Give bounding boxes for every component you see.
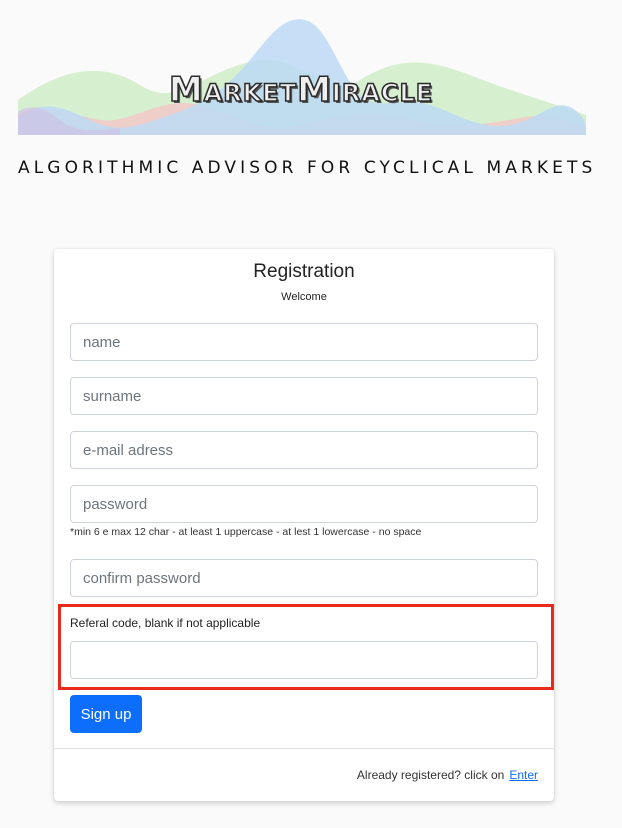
page-title: Registration xyxy=(253,261,355,282)
email-field[interactable] xyxy=(70,431,538,469)
card-footer: Already registered? click on Enter xyxy=(357,768,538,782)
referral-label: Referal code, blank if not applicable xyxy=(70,616,261,630)
header-banner: MarketMiracle ALGORITHMIC ADVISOR FOR CY… xyxy=(0,0,622,200)
surname-field[interactable] xyxy=(70,377,538,415)
enter-link[interactable]: Enter xyxy=(509,768,538,782)
card-divider xyxy=(54,748,554,749)
signup-button[interactable]: Sign up xyxy=(70,695,142,733)
referral-code-field[interactable] xyxy=(70,641,538,679)
tagline: ALGORITHMIC ADVISOR FOR CYCLICAL MARKETS xyxy=(18,158,597,178)
password-field[interactable] xyxy=(70,485,538,523)
confirm-password-field[interactable] xyxy=(70,559,538,597)
registration-card: Registration Welcome *min 6 e max 12 cha… xyxy=(54,249,554,801)
welcome-text: Welcome xyxy=(281,291,327,303)
name-field[interactable] xyxy=(70,323,538,361)
logo: MarketMiracle xyxy=(168,69,434,111)
already-registered-text: Already registered? click on xyxy=(356,768,505,782)
password-hint: *min 6 e max 12 char - at least 1 upperc… xyxy=(70,526,422,538)
